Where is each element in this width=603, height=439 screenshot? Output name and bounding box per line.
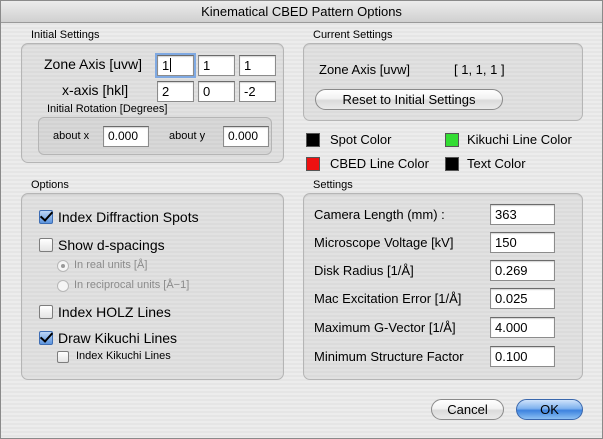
reset-to-initial-button[interactable]: Reset to Initial Settings [315,89,503,110]
minimum-structure-factor-label: Minimum Structure Factor [314,349,464,364]
minimum-structure-factor-field[interactable]: 0.100 [490,346,555,367]
about-y-field[interactable]: 0.000 [223,126,269,147]
spot-color-label: Spot Color [330,132,392,147]
zone-axis-v-field[interactable]: 1 [198,55,235,76]
draw-kikuchi-lines-checkbox[interactable] [39,331,53,345]
microscope-voltage-label: Microscope Voltage [kV] [314,235,454,250]
mac-excitation-error-field[interactable]: 0.025 [490,288,555,309]
maximum-g-vector-label: Maximum G-Vector [1/Å] [314,320,456,335]
microscope-voltage-field[interactable]: 150 [490,232,555,253]
initial-rotation-label: Initial Rotation [Degrees] [47,103,168,115]
text-color-label: Text Color [467,156,526,171]
index-kikuchi-lines-label[interactable]: Index Kikuchi Lines [76,350,171,362]
index-diffraction-spots-checkbox[interactable] [39,210,53,224]
ok-button[interactable]: OK [516,399,583,420]
current-zone-axis-value: [ 1, 1, 1 ] [454,62,505,77]
kikuchi-line-color-swatch[interactable] [445,133,459,147]
draw-kikuchi-lines-label[interactable]: Draw Kikuchi Lines [58,330,177,346]
settings-label: Settings [313,179,353,191]
zone-axis-label: Zone Axis [uvw] [44,56,143,72]
x-axis-h-field[interactable]: 2 [157,81,194,102]
initial-rotation-group: about x 0.000 about y 0.000 [38,117,272,155]
cbed-line-color-swatch[interactable] [306,157,320,171]
index-holz-lines-checkbox[interactable] [39,305,53,319]
cbed-line-color-label: CBED Line Color [330,156,429,171]
mac-excitation-error-label: Mac Excitation Error [1/Å] [314,291,462,306]
current-settings-group: Zone Axis [uvw] [ 1, 1, 1 ] Reset to Ini… [303,43,583,121]
dialog-window: Kinematical CBED Pattern Options Initial… [0,0,603,439]
current-settings-label: Current Settings [313,29,393,41]
x-axis-l-field[interactable]: -2 [239,81,276,102]
initial-settings-group: Zone Axis [uvw] 1 1 1 x-axis [hkl] 2 0 -… [21,43,284,163]
camera-length-field[interactable]: 363 [490,204,555,225]
text-caret [170,58,172,72]
x-axis-label: x-axis [hkl] [62,82,129,98]
spot-color-swatch[interactable] [306,133,320,147]
show-d-spacings-label[interactable]: Show d-spacings [58,237,165,253]
x-axis-k-field[interactable]: 0 [198,81,235,102]
camera-length-label: Camera Length (mm) : [314,207,445,222]
current-zone-axis-label: Zone Axis [uvw] [319,62,411,77]
about-y-label: about y [169,130,206,142]
reciprocal-units-radio[interactable] [57,280,69,292]
index-holz-lines-label[interactable]: Index HOLZ Lines [58,304,171,320]
text-color-swatch[interactable] [445,157,459,171]
cancel-button[interactable]: Cancel [431,399,504,420]
disk-radius-label: Disk Radius [1/Å] [314,263,414,278]
reciprocal-units-label: In reciprocal units [Å−1] [74,279,190,291]
real-units-label: In real units [Å] [74,259,148,271]
about-x-label: about x [53,130,90,142]
options-label: Options [31,179,69,191]
maximum-g-vector-field[interactable]: 4.000 [490,317,555,338]
about-x-field[interactable]: 0.000 [103,126,149,147]
window-title: Kinematical CBED Pattern Options [1,1,602,23]
disk-radius-field[interactable]: 0.269 [490,260,555,281]
index-diffraction-spots-label[interactable]: Index Diffraction Spots [58,209,199,225]
real-units-radio[interactable] [57,260,69,272]
settings-group: Camera Length (mm) : 363 Microscope Volt… [303,193,583,380]
options-group: Index Diffraction Spots Show d-spacings … [21,193,284,380]
index-kikuchi-lines-checkbox[interactable] [57,351,69,363]
zone-axis-w-field[interactable]: 1 [239,55,276,76]
zone-axis-u-field[interactable]: 1 [155,53,196,78]
show-d-spacings-checkbox[interactable] [39,238,53,252]
kikuchi-line-color-label: Kikuchi Line Color [467,132,572,147]
initial-settings-label: Initial Settings [31,29,100,41]
